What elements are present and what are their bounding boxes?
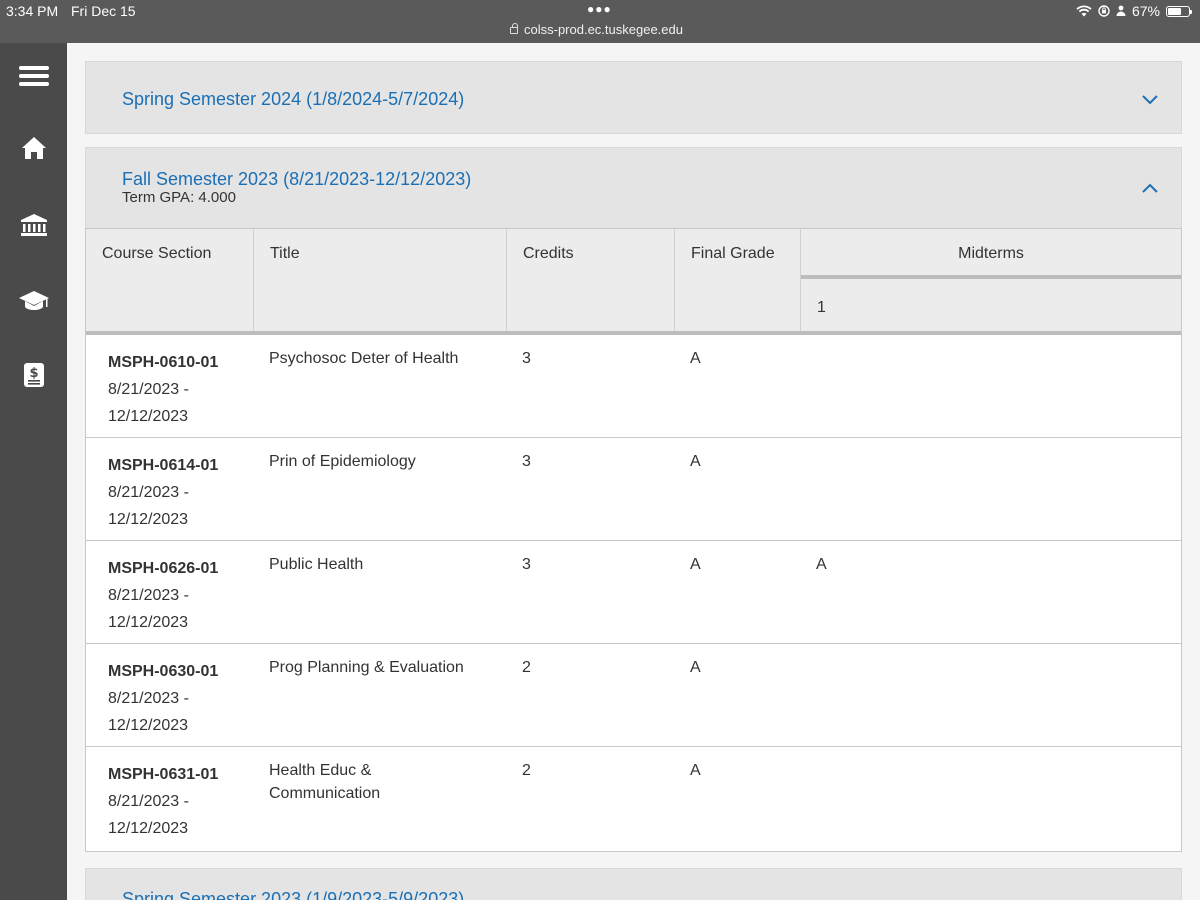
course-title: Health Educ & Communication: [269, 762, 381, 802]
status-date: Fri Dec 15: [71, 3, 136, 19]
col-final-grade: Final Grade: [675, 229, 801, 331]
term-panel-spring-2024[interactable]: Spring Semester 2024 (1/8/2024-5/7/2024): [85, 61, 1182, 134]
section-code: MSPH-0626-01: [108, 560, 219, 577]
section-start: 8/21/2023 -: [108, 381, 189, 398]
status-bar: 3:34 PM Fri Dec 15 ●●● colss-prod.ec.tus…: [0, 0, 1200, 43]
wifi-icon: [1076, 5, 1092, 17]
final-grade: A: [690, 659, 701, 676]
table-row: MSPH-0631-01 8/21/2023 - 12/12/2023 Heal…: [86, 747, 1181, 851]
course-title: Public Health: [269, 556, 364, 573]
course-title: Prog Planning & Evaluation: [269, 659, 464, 676]
main-content: Spring Semester 2024 (1/8/2024-5/7/2024)…: [67, 43, 1200, 900]
course-section-cell: MSPH-0610-01 8/21/2023 - 12/12/2023: [108, 349, 218, 430]
table-row: MSPH-0626-01 8/21/2023 - 12/12/2023 Publ…: [86, 541, 1181, 644]
svg-text:$: $: [29, 366, 38, 381]
section-end: 12/12/2023: [108, 511, 189, 528]
section-end: 12/12/2023: [108, 614, 189, 631]
course-credits: 2: [522, 659, 531, 676]
course-section-cell: MSPH-0626-01 8/21/2023 - 12/12/2023: [108, 555, 218, 636]
table-row: MSPH-0630-01 8/21/2023 - 12/12/2023 Prog…: [86, 644, 1181, 747]
term-panel-fall-2023[interactable]: Fall Semester 2023 (8/21/2023-12/12/2023…: [85, 147, 1182, 229]
col-credits: Credits: [507, 229, 675, 331]
section-end: 12/12/2023: [108, 408, 189, 425]
chevron-up-icon[interactable]: [1141, 180, 1159, 198]
status-indicators: 67%: [1076, 3, 1192, 19]
section-start: 8/21/2023 -: [108, 793, 189, 810]
section-start: 8/21/2023 -: [108, 587, 189, 604]
home-button[interactable]: [0, 123, 67, 173]
nav-rail: $: [0, 43, 67, 900]
table-row: MSPH-0610-01 8/21/2023 - 12/12/2023 Psyc…: [86, 335, 1181, 438]
term-panel-spring-2023[interactable]: Spring Semester 2023 (1/9/2023-5/9/2023): [85, 868, 1182, 900]
person-icon: [1116, 5, 1126, 16]
academics-button[interactable]: [0, 276, 67, 326]
course-section-cell: MSPH-0614-01 8/21/2023 - 12/12/2023: [108, 452, 218, 533]
url-text: colss-prod.ec.tuskegee.edu: [524, 22, 683, 37]
term-gpa: Term GPA: 4.000: [122, 189, 236, 206]
col-midterms: Midterms: [801, 229, 1181, 279]
course-credits: 3: [522, 453, 531, 470]
menu-button[interactable]: [0, 51, 67, 101]
col-course-section: Course Section: [86, 229, 254, 331]
battery-percent: 67%: [1131, 3, 1160, 19]
section-code: MSPH-0610-01: [108, 354, 219, 371]
course-section-cell: MSPH-0630-01 8/21/2023 - 12/12/2023: [108, 658, 218, 739]
section-code: MSPH-0630-01: [108, 663, 219, 680]
billing-button[interactable]: $: [0, 350, 67, 400]
section-end: 12/12/2023: [108, 717, 189, 734]
home-icon: [21, 137, 46, 159]
battery-icon: [1166, 5, 1192, 17]
final-grade: A: [690, 453, 701, 470]
institution-icon: [20, 214, 47, 236]
more-dots-icon[interactable]: ●●●: [587, 2, 612, 16]
table-header: Course Section Title Credits Final Grade…: [86, 229, 1181, 335]
institution-button[interactable]: [0, 200, 67, 250]
section-start: 8/21/2023 -: [108, 690, 189, 707]
section-code: MSPH-0614-01: [108, 457, 219, 474]
course-credits: 3: [522, 556, 531, 573]
course-title: Psychosoc Deter of Health: [269, 350, 459, 367]
section-start: 8/21/2023 -: [108, 484, 189, 501]
course-credits: 2: [522, 762, 531, 779]
section-code: MSPH-0631-01: [108, 766, 219, 783]
course-section-cell: MSPH-0631-01 8/21/2023 - 12/12/2023: [108, 761, 218, 842]
chevron-down-icon[interactable]: [1141, 90, 1159, 108]
course-title: Prin of Epidemiology: [269, 453, 416, 470]
midterm-grade: A: [816, 556, 827, 573]
battery-fill: [1168, 7, 1181, 15]
grades-table: Course Section Title Credits Final Grade…: [85, 228, 1182, 852]
term-title[interactable]: Spring Semester 2023 (1/9/2023-5/9/2023): [122, 889, 464, 900]
orientation-lock-icon: [1098, 5, 1110, 17]
lock-icon: [510, 23, 518, 34]
final-grade: A: [690, 556, 701, 573]
final-grade: A: [690, 762, 701, 779]
col-title: Title: [254, 229, 507, 331]
status-time: 3:34 PM: [6, 3, 59, 19]
billing-icon: $: [23, 363, 44, 387]
graduation-cap-icon: [18, 291, 49, 310]
section-end: 12/12/2023: [108, 820, 189, 837]
table-row: MSPH-0614-01 8/21/2023 - 12/12/2023 Prin…: [86, 438, 1181, 541]
term-title[interactable]: Spring Semester 2024 (1/8/2024-5/7/2024): [122, 89, 464, 110]
final-grade: A: [690, 350, 701, 367]
term-title[interactable]: Fall Semester 2023 (8/21/2023-12/12/2023…: [122, 169, 471, 190]
course-credits: 3: [522, 350, 531, 367]
menu-icon: [18, 62, 49, 90]
address-bar[interactable]: colss-prod.ec.tuskegee.edu: [510, 22, 683, 37]
col-midterm-1: 1: [817, 299, 826, 316]
